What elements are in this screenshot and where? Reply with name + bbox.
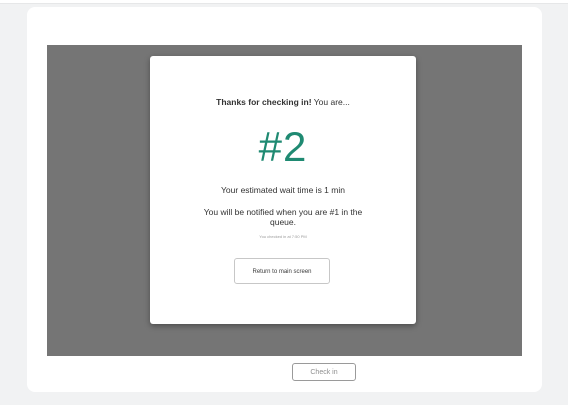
checked-in-timestamp: You checked in at 7:50 PM <box>259 234 307 239</box>
check-in-confirmation-modal: Thanks for checking in! You are... #2 Yo… <box>150 56 416 324</box>
modal-headline: Thanks for checking in! You are... <box>150 97 416 107</box>
notification-text: You will be notified when you are #1 in … <box>203 207 363 227</box>
queue-position-number: #2 <box>258 123 308 170</box>
top-strip <box>0 0 568 4</box>
page: Check in Thanks for checking in! You are… <box>0 0 568 405</box>
check-in-button: Check in <box>292 363 356 381</box>
estimated-wait-text: Your estimated wait time is 1 min <box>221 185 345 195</box>
headline-rest-text: You are... <box>311 97 350 107</box>
return-to-main-screen-button[interactable]: Return to main screen <box>234 258 330 284</box>
headline-bold-text: Thanks for checking in! <box>216 97 312 107</box>
